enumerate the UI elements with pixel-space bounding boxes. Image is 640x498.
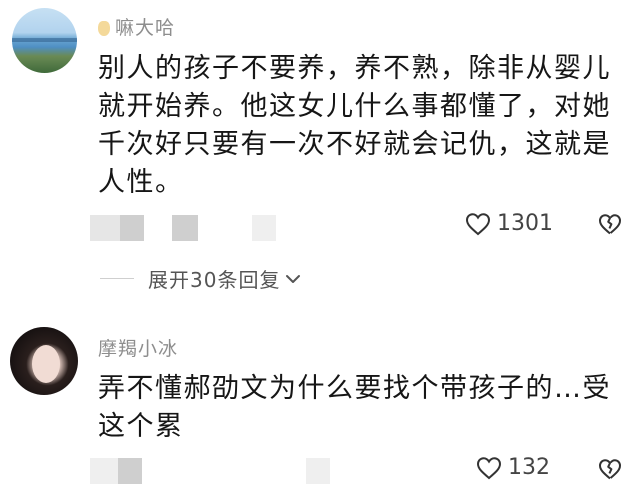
like-count: 1301: [497, 211, 553, 236]
user-badge-icon: [98, 21, 110, 36]
like-button[interactable]: 1301: [465, 211, 553, 236]
blurred-meta: [252, 215, 276, 241]
avatar[interactable]: [10, 327, 78, 395]
expand-replies-label: 展开30条回复: [148, 268, 281, 292]
heart-outline-icon: [476, 456, 502, 479]
comment-username[interactable]: 摩羯小冰: [98, 334, 178, 361]
avatar-image-detail: [12, 38, 77, 42]
like-count: 132: [508, 455, 550, 480]
blurred-meta: [118, 458, 142, 484]
broken-heart-icon[interactable]: [598, 213, 622, 235]
comment-text: 别人的孩子不要养，养不熟，除非从婴儿 就开始养。他这女儿什么事都懂了，对她 千次…: [98, 53, 611, 198]
avatar[interactable]: [12, 8, 77, 73]
broken-heart-icon[interactable]: [598, 458, 622, 480]
blurred-meta: [90, 458, 118, 484]
chevron-down-icon: [286, 274, 301, 283]
blurred-meta: [172, 215, 198, 241]
username-text: 嘛大哈: [115, 17, 176, 39]
like-button[interactable]: 132: [476, 455, 550, 480]
avatar-image-detail: [32, 345, 60, 383]
comment-username[interactable]: 嘛大哈: [98, 13, 175, 40]
divider-line: [100, 278, 134, 279]
blurred-meta: [120, 215, 144, 241]
expand-replies-button[interactable]: 展开30条回复: [100, 264, 302, 293]
comment-text: 弄不懂郝劭文为什么要找个带孩子的…受 这个累: [98, 373, 611, 442]
blurred-meta: [306, 458, 330, 484]
blurred-meta: [90, 215, 120, 241]
heart-outline-icon: [465, 212, 491, 235]
